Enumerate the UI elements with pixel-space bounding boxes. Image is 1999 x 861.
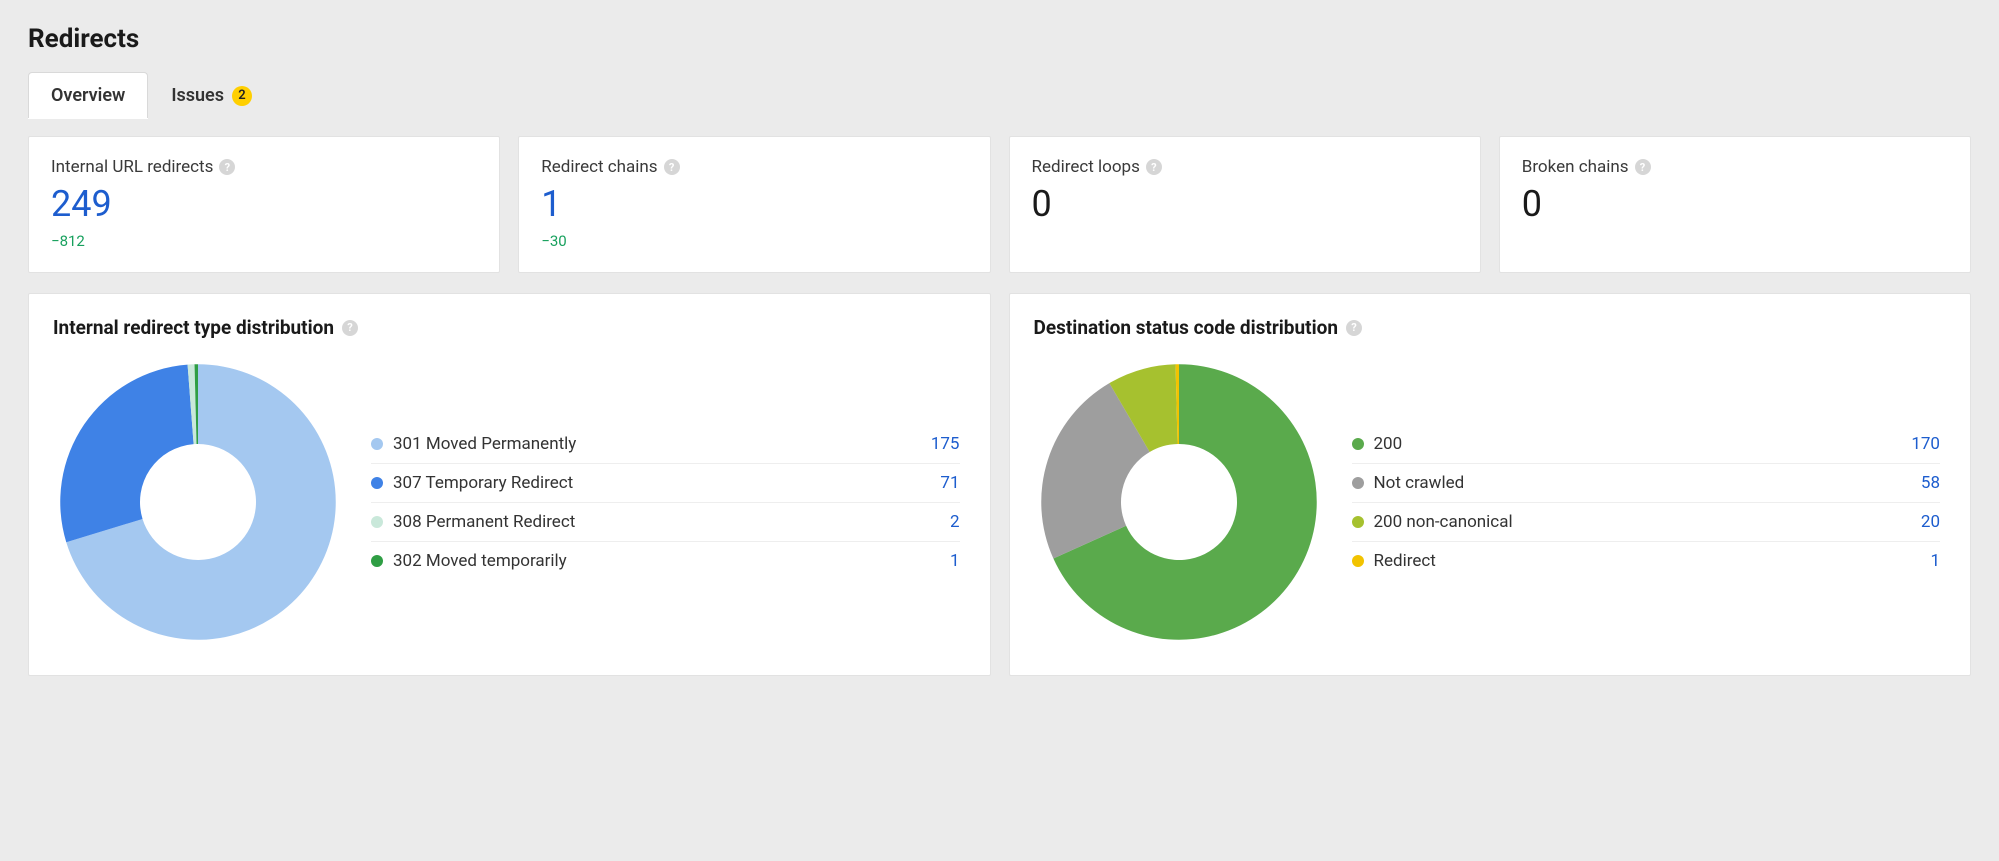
chart-title-text: Destination status code distribution [1034, 316, 1338, 339]
legend-value[interactable]: 71 [940, 473, 959, 493]
chart-body: 301 Moved Permanently 175 307 Temporary Re… [53, 357, 966, 647]
legend-dot-icon [371, 516, 383, 528]
card-broken-chains: Broken chains ? 0 [1499, 136, 1971, 273]
chart-destination-status-code: Destination status code distribution ? 2… [1009, 293, 1972, 676]
card-value[interactable]: 1 [541, 183, 967, 226]
charts-row: Internal redirect type distribution ? 30… [28, 293, 1971, 676]
issues-badge: 2 [232, 86, 252, 106]
card-redirect-chains: Redirect chains ? 1 −30 [518, 136, 990, 273]
card-title: Redirect chains ? [541, 157, 967, 177]
legend-row[interactable]: Redirect 1 [1352, 542, 1941, 580]
help-icon[interactable]: ? [1346, 320, 1362, 336]
legend-value[interactable]: 175 [931, 434, 960, 454]
legend-row[interactable]: 307 Temporary Redirect 71 [371, 464, 960, 503]
help-icon[interactable]: ? [219, 159, 235, 175]
legend-dot-icon [371, 477, 383, 489]
legend-dot-icon [371, 438, 383, 450]
card-value: 0 [1522, 183, 1948, 226]
chart-title: Internal redirect type distribution ? [53, 316, 966, 339]
legend-value[interactable]: 2 [950, 512, 960, 532]
legend-label: 200 [1374, 434, 1403, 454]
chart-body: 200 170 Not crawled 58 200 non-canonical 20 Re… [1034, 357, 1947, 647]
donut-slice[interactable] [60, 365, 193, 543]
chart-title-text: Internal redirect type distribution [53, 316, 334, 339]
card-delta: −30 [541, 232, 967, 250]
help-icon[interactable]: ? [664, 159, 680, 175]
legend-value[interactable]: 58 [1921, 473, 1940, 493]
legend-value[interactable]: 1 [950, 551, 960, 571]
card-title-text: Broken chains [1522, 157, 1629, 177]
card-title-text: Redirect chains [541, 157, 657, 177]
card-title-text: Internal URL redirects [51, 157, 213, 177]
help-icon[interactable]: ? [1146, 159, 1162, 175]
legend-label: 301 Moved Permanently [393, 434, 576, 454]
card-title: Redirect loops ? [1032, 157, 1458, 177]
legend-row[interactable]: Not crawled 58 [1352, 464, 1941, 503]
summary-cards-row: Internal URL redirects ? 249 −812 Redire… [28, 136, 1971, 273]
legend-label: Redirect [1374, 551, 1436, 571]
chart-legend: 301 Moved Permanently 175 307 Temporary Re… [371, 425, 966, 580]
legend-row[interactable]: 302 Moved temporarily 1 [371, 542, 960, 580]
legend-dot-icon [1352, 477, 1364, 489]
chart-title: Destination status code distribution ? [1034, 316, 1947, 339]
card-internal-url-redirects: Internal URL redirects ? 249 −812 [28, 136, 500, 273]
legend-dot-icon [1352, 555, 1364, 567]
tab-issues[interactable]: Issues 2 [148, 72, 275, 118]
legend-label: 200 non-canonical [1374, 512, 1513, 532]
card-redirect-loops: Redirect loops ? 0 [1009, 136, 1481, 273]
chart-internal-redirect-type: Internal redirect type distribution ? 30… [28, 293, 991, 676]
help-icon[interactable]: ? [342, 320, 358, 336]
card-title: Internal URL redirects ? [51, 157, 477, 177]
tabs: Overview Issues 2 [28, 72, 1971, 118]
card-title-text: Redirect loops [1032, 157, 1140, 177]
donut-chart[interactable] [1034, 357, 1324, 647]
tab-label: Overview [51, 85, 125, 106]
page-title: Redirects [28, 24, 1971, 54]
legend-row[interactable]: 200 170 [1352, 425, 1941, 464]
legend-row[interactable]: 301 Moved Permanently 175 [371, 425, 960, 464]
tab-overview[interactable]: Overview [28, 72, 148, 118]
legend-value[interactable]: 170 [1911, 434, 1940, 454]
card-value[interactable]: 249 [51, 183, 477, 226]
legend-row[interactable]: 308 Permanent Redirect 2 [371, 503, 960, 542]
legend-dot-icon [1352, 516, 1364, 528]
chart-legend: 200 170 Not crawled 58 200 non-canonical 20 Re… [1352, 425, 1947, 580]
legend-dot-icon [1352, 438, 1364, 450]
card-delta: −812 [51, 232, 477, 250]
help-icon[interactable]: ? [1635, 159, 1651, 175]
card-value: 0 [1032, 183, 1458, 226]
legend-value[interactable]: 20 [1921, 512, 1940, 532]
legend-label: Not crawled [1374, 473, 1465, 493]
legend-row[interactable]: 200 non-canonical 20 [1352, 503, 1941, 542]
legend-label: 302 Moved temporarily [393, 551, 567, 571]
tab-label: Issues [171, 85, 224, 106]
donut-chart[interactable] [53, 357, 343, 647]
legend-label: 308 Permanent Redirect [393, 512, 575, 532]
card-title: Broken chains ? [1522, 157, 1948, 177]
legend-value[interactable]: 1 [1930, 551, 1940, 571]
legend-dot-icon [371, 555, 383, 567]
legend-label: 307 Temporary Redirect [393, 473, 573, 493]
